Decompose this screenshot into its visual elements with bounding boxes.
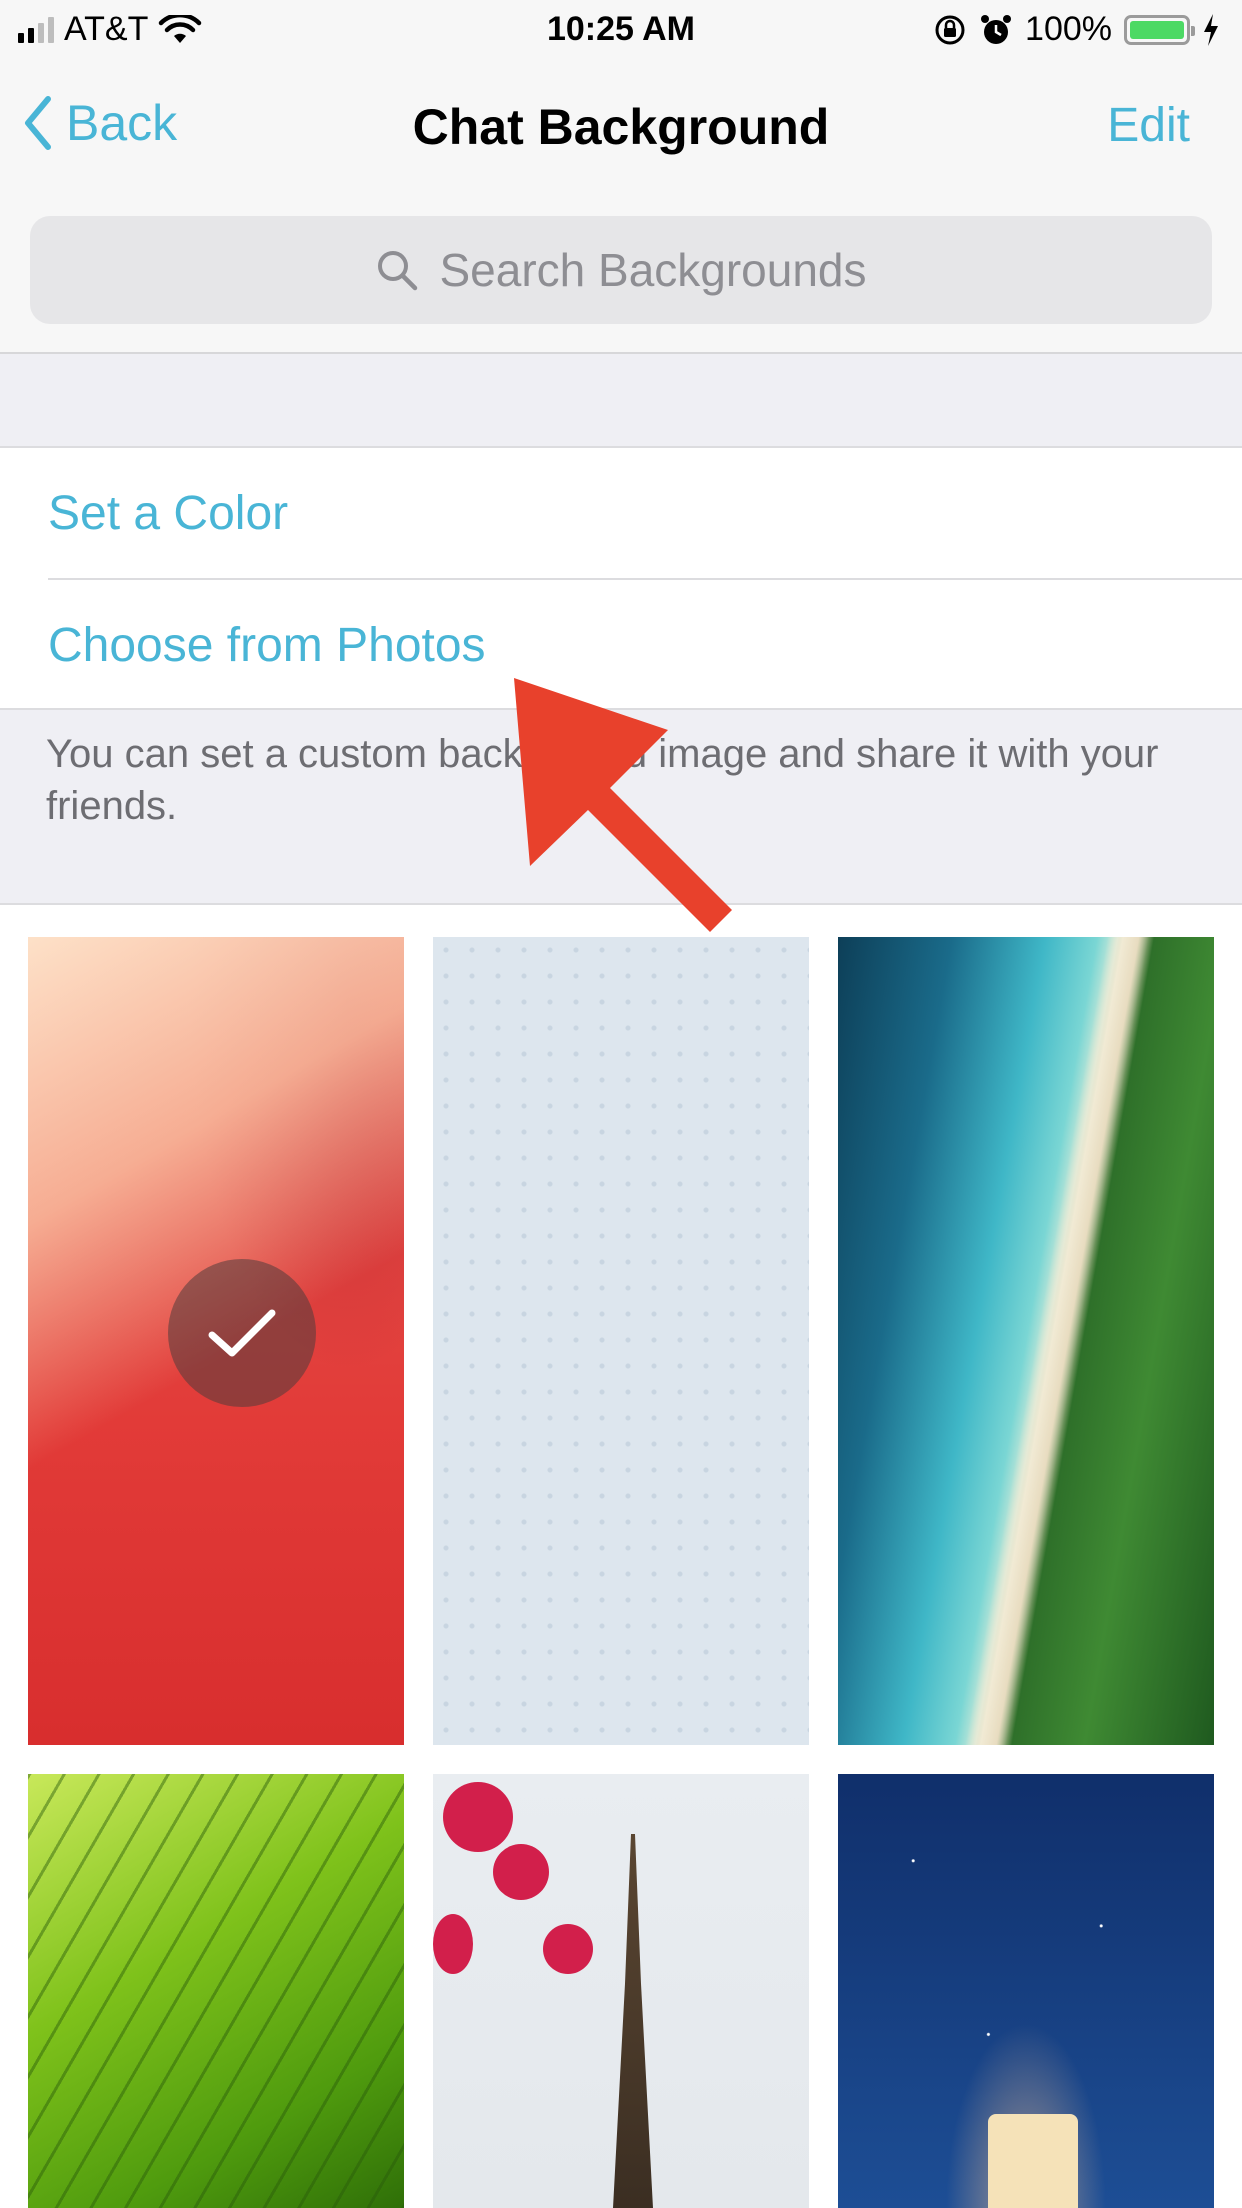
battery-icon (1124, 14, 1195, 45)
navigation-bar: Back Chat Background Edit Search Backgro… (0, 60, 1242, 354)
section-footer-text: You can set a custom background image an… (46, 732, 1159, 828)
eiffel-tower-shape (613, 1834, 653, 2208)
charging-bolt-icon (1204, 13, 1218, 46)
chevron-left-icon (25, 96, 51, 150)
wallpaper-thumbnail-beach[interactable] (838, 937, 1214, 1745)
flower-shape (493, 1844, 549, 1900)
page-title: Chat Background (412, 99, 830, 155)
lighthouse-shape (988, 2114, 1078, 2208)
flower-shape (433, 1914, 473, 1974)
wallpaper-thumbnail-leaf[interactable] (28, 1774, 404, 2208)
edit-button[interactable]: Edit (1107, 98, 1190, 153)
checkmark-icon (208, 1309, 276, 1357)
flower-shape (443, 1782, 513, 1852)
status-bar: AT&T 10:25 AM 100% (0, 0, 1242, 60)
search-placeholder: Search Backgrounds (439, 244, 867, 296)
search-icon (378, 251, 418, 291)
divider (48, 578, 1242, 580)
selected-checkmark (168, 1259, 316, 1407)
status-right: 100% (933, 10, 1220, 49)
wallpaper-thumbnail-eiffel[interactable] (433, 1774, 809, 2208)
set-color-option[interactable]: Set a Color (48, 486, 288, 541)
back-label: Back (66, 95, 178, 151)
wallpaper-thumbnail-red-abstract[interactable] (28, 937, 404, 1745)
battery-fill (1130, 20, 1184, 39)
wallpaper-thumbnail-lighthouse[interactable] (838, 1774, 1214, 2208)
back-button[interactable]: Back (22, 94, 177, 152)
battery-percent: 100% (1025, 10, 1112, 48)
search-bar[interactable]: Search Backgrounds (30, 216, 1212, 324)
choose-from-photos-option[interactable]: Choose from Photos (48, 618, 486, 673)
background-options-list: Set a Color Choose from Photos (0, 446, 1242, 710)
flower-shape (543, 1924, 593, 1974)
alarm-icon (981, 14, 1012, 44)
wallpaper-thumbnail-pattern[interactable] (433, 937, 809, 1745)
rotation-lock-icon (935, 15, 965, 44)
